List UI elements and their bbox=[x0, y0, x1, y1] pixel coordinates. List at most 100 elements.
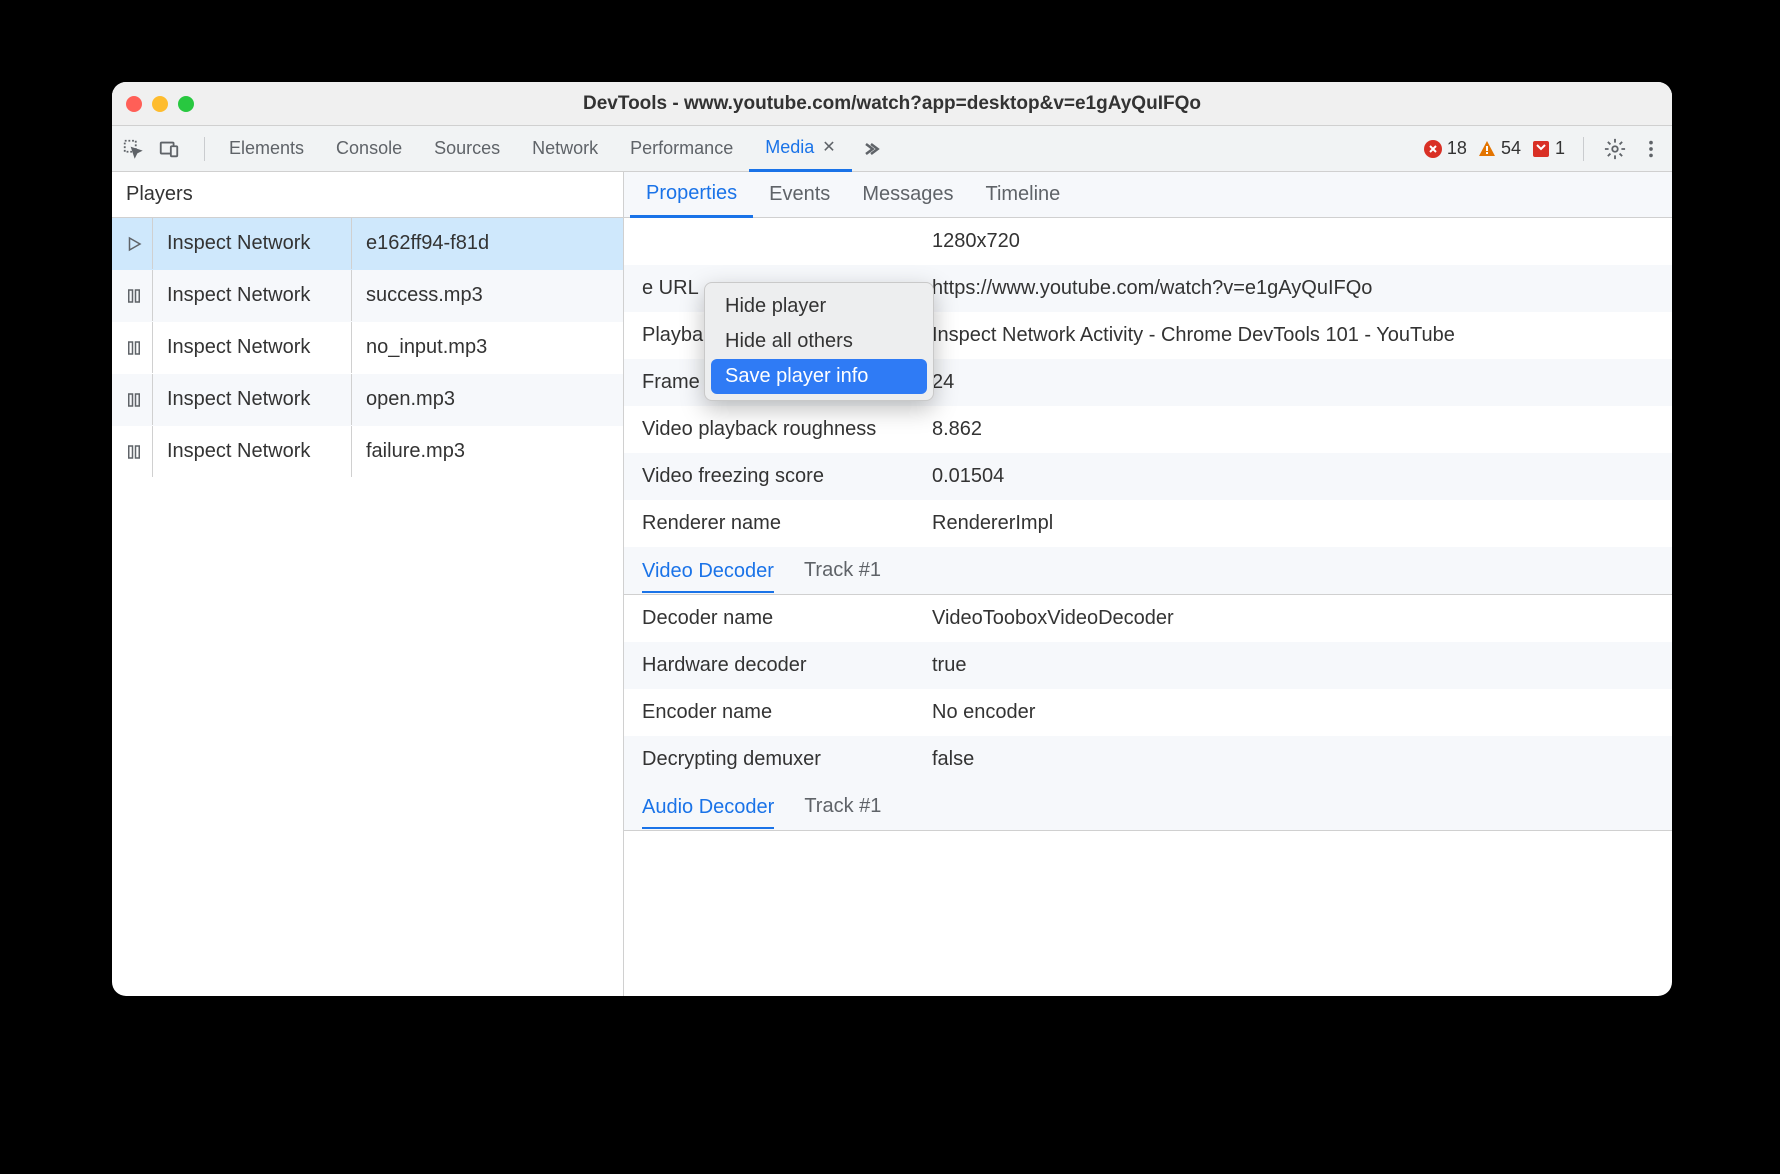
issues-count: 1 bbox=[1555, 138, 1565, 159]
tab-label: Network bbox=[532, 138, 598, 159]
property-row: 1280x720 bbox=[624, 218, 1672, 265]
pause-icon bbox=[116, 287, 152, 305]
property-value: No encoder bbox=[932, 701, 1654, 724]
play-icon bbox=[116, 235, 152, 253]
warnings-count: 54 bbox=[1501, 138, 1521, 159]
devtools-tabs: Elements Console Sources Network Perform… bbox=[213, 126, 884, 172]
tab-elements[interactable]: Elements bbox=[213, 126, 320, 172]
player-file: failure.mp3 bbox=[352, 440, 619, 463]
player-item[interactable]: Inspect Network e162ff94-f81d bbox=[112, 218, 623, 270]
divider bbox=[204, 137, 205, 161]
property-value: 0.01504 bbox=[932, 465, 1654, 488]
property-label: Decoder name bbox=[642, 607, 932, 630]
tab-performance[interactable]: Performance bbox=[614, 126, 749, 172]
traffic-lights bbox=[126, 96, 194, 112]
titlebar: DevTools - www.youtube.com/watch?app=des… bbox=[112, 82, 1672, 126]
section-title[interactable]: Video Decoder bbox=[642, 560, 774, 593]
context-menu: Hide player Hide all others Save player … bbox=[704, 282, 934, 401]
window-title: DevTools - www.youtube.com/watch?app=des… bbox=[583, 93, 1201, 115]
subtab-properties[interactable]: Properties bbox=[630, 172, 753, 218]
property-row: Decoder name VideoTooboxVideoDecoder bbox=[624, 595, 1672, 642]
property-value: 1280x720 bbox=[932, 230, 1654, 253]
subtab-timeline[interactable]: Timeline bbox=[969, 172, 1076, 218]
property-row: Encoder name No encoder bbox=[624, 689, 1672, 736]
context-save-player-info[interactable]: Save player info bbox=[711, 359, 927, 394]
player-name: Inspect Network bbox=[152, 374, 352, 425]
maximize-window-button[interactable] bbox=[178, 96, 194, 112]
property-value: Inspect Network Activity - Chrome DevToo… bbox=[932, 324, 1654, 347]
property-value: RendererImpl bbox=[932, 512, 1654, 535]
tab-label: Media bbox=[765, 137, 814, 158]
player-name: Inspect Network bbox=[152, 218, 352, 269]
issue-icon bbox=[1531, 139, 1551, 159]
player-file: open.mp3 bbox=[352, 388, 619, 411]
player-name: Inspect Network bbox=[152, 270, 352, 321]
divider bbox=[1583, 137, 1584, 161]
tab-label: Performance bbox=[630, 138, 733, 159]
section-track[interactable]: Track #1 bbox=[804, 559, 881, 582]
property-row: Video freezing score 0.01504 bbox=[624, 453, 1672, 500]
errors-count: 18 bbox=[1447, 138, 1467, 159]
player-item[interactable]: Inspect Network no_input.mp3 bbox=[112, 322, 623, 374]
toolbar-right: 18 54 1 bbox=[1423, 136, 1664, 162]
property-label: Renderer name bbox=[642, 512, 932, 535]
more-options-icon[interactable] bbox=[1638, 136, 1664, 162]
property-label: Video playback roughness bbox=[642, 418, 932, 441]
property-value: https://www.youtube.com/watch?v=e1gAyQuI… bbox=[932, 277, 1654, 300]
subtab-events[interactable]: Events bbox=[753, 172, 846, 218]
toolbar-left bbox=[120, 136, 196, 162]
tab-label: Elements bbox=[229, 138, 304, 159]
section-track[interactable]: Track #1 bbox=[804, 795, 881, 818]
minimize-window-button[interactable] bbox=[152, 96, 168, 112]
property-value: 8.862 bbox=[932, 418, 1654, 441]
section-title[interactable]: Audio Decoder bbox=[642, 796, 774, 829]
property-label: Video freezing score bbox=[642, 465, 932, 488]
player-name: Inspect Network bbox=[152, 426, 352, 477]
players-sidebar: Players Inspect Network e162ff94-f81d In… bbox=[112, 172, 624, 996]
errors-badge[interactable]: 18 bbox=[1423, 138, 1467, 159]
property-value: 24 bbox=[932, 371, 1654, 394]
player-item[interactable]: Inspect Network success.mp3 bbox=[112, 270, 623, 322]
pause-icon bbox=[116, 443, 152, 461]
context-hide-others[interactable]: Hide all others bbox=[711, 324, 927, 359]
property-value: false bbox=[932, 748, 1654, 771]
property-row: Renderer name RendererImpl bbox=[624, 500, 1672, 547]
error-icon bbox=[1423, 139, 1443, 159]
tab-network[interactable]: Network bbox=[516, 126, 614, 172]
player-name: Inspect Network bbox=[152, 322, 352, 373]
media-subtabs: Properties Events Messages Timeline bbox=[624, 172, 1672, 218]
property-value: VideoTooboxVideoDecoder bbox=[932, 607, 1654, 630]
property-row: Decrypting demuxer false bbox=[624, 736, 1672, 783]
property-label: Decrypting demuxer bbox=[642, 748, 932, 771]
tab-media[interactable]: Media ✕ bbox=[749, 126, 851, 172]
device-toolbar-icon[interactable] bbox=[156, 136, 182, 162]
context-hide-player[interactable]: Hide player bbox=[711, 289, 927, 324]
property-label: Hardware decoder bbox=[642, 654, 932, 677]
player-item[interactable]: Inspect Network open.mp3 bbox=[112, 374, 623, 426]
player-list: Inspect Network e162ff94-f81d Inspect Ne… bbox=[112, 218, 623, 996]
warnings-badge[interactable]: 54 bbox=[1477, 138, 1521, 159]
pause-icon bbox=[116, 339, 152, 357]
player-item[interactable]: Inspect Network failure.mp3 bbox=[112, 426, 623, 478]
tab-sources[interactable]: Sources bbox=[418, 126, 516, 172]
warning-icon bbox=[1477, 139, 1497, 159]
inspect-element-icon[interactable] bbox=[120, 136, 146, 162]
more-tabs-icon[interactable] bbox=[858, 136, 884, 162]
settings-icon[interactable] bbox=[1602, 136, 1628, 162]
player-file: success.mp3 bbox=[352, 284, 619, 307]
close-tab-icon[interactable]: ✕ bbox=[822, 137, 835, 157]
property-row: Hardware decoder true bbox=[624, 642, 1672, 689]
tab-console[interactable]: Console bbox=[320, 126, 418, 172]
audio-decoder-section: Audio Decoder Track #1 bbox=[624, 783, 1672, 831]
video-decoder-section: Video Decoder Track #1 bbox=[624, 547, 1672, 595]
close-window-button[interactable] bbox=[126, 96, 142, 112]
devtools-window: DevTools - www.youtube.com/watch?app=des… bbox=[112, 82, 1672, 996]
tab-label: Console bbox=[336, 138, 402, 159]
pause-icon bbox=[116, 391, 152, 409]
subtab-messages[interactable]: Messages bbox=[846, 172, 969, 218]
property-label: Encoder name bbox=[642, 701, 932, 724]
player-file: no_input.mp3 bbox=[352, 336, 619, 359]
issues-badge[interactable]: 1 bbox=[1531, 138, 1565, 159]
player-file: e162ff94-f81d bbox=[352, 232, 619, 255]
tab-label: Sources bbox=[434, 138, 500, 159]
